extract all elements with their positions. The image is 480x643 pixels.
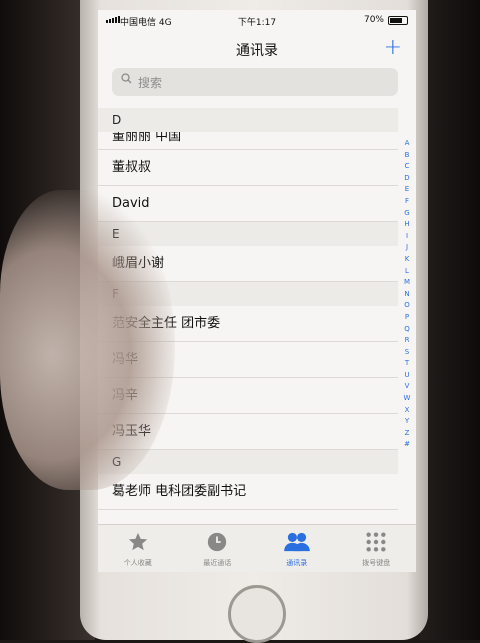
contact-list: D 董丽丽 中国 董叔叔 David E 峨眉小谢 F 范安全主任 团市委 冯华…: [98, 108, 398, 510]
tab-favorites[interactable]: 个人收藏: [98, 525, 178, 572]
index-letter[interactable]: S: [405, 347, 409, 359]
index-letter[interactable]: R: [405, 335, 410, 347]
index-letter[interactable]: P: [405, 312, 409, 324]
index-letter[interactable]: Y: [405, 416, 409, 428]
section-header-f: F: [98, 282, 398, 306]
nav-bar: 通讯录 +: [98, 32, 416, 68]
section-header-d: D: [98, 108, 398, 132]
contact-row[interactable]: 董丽丽 中国: [98, 132, 398, 150]
section-header-g: G: [98, 450, 398, 474]
battery-icon: [388, 16, 408, 25]
index-letter[interactable]: E: [405, 184, 409, 196]
contact-row[interactable]: 冯玉华: [98, 414, 398, 450]
index-letter[interactable]: W: [404, 393, 411, 405]
contact-row[interactable]: 冯辛: [98, 378, 398, 414]
index-letter[interactable]: #: [404, 439, 410, 451]
search-placeholder: 搜索: [138, 76, 163, 90]
keypad-icon: [337, 531, 417, 553]
home-button[interactable]: [228, 585, 286, 643]
clock-icon: [178, 531, 258, 553]
index-letter[interactable]: T: [405, 358, 409, 370]
index-letter[interactable]: O: [404, 300, 410, 312]
index-letter[interactable]: N: [404, 289, 409, 301]
tab-recents[interactable]: 最近通话: [178, 525, 258, 572]
index-letter[interactable]: V: [405, 381, 410, 393]
phone-screen: 中国电信 4G 下午1:17 70% 通讯录 + 搜索 D 董丽丽 中国 董叔叔…: [98, 10, 416, 572]
star-icon: [98, 531, 178, 553]
index-letter[interactable]: K: [405, 254, 410, 266]
index-letter[interactable]: F: [405, 196, 409, 208]
tab-label: 拨号键盘: [362, 559, 391, 567]
index-letter[interactable]: L: [405, 266, 409, 278]
section-header-e: E: [98, 222, 398, 246]
index-letter[interactable]: C: [405, 161, 410, 173]
add-contact-button[interactable]: +: [384, 34, 402, 62]
tab-label: 最近通话: [203, 559, 232, 567]
index-letter[interactable]: U: [404, 370, 409, 382]
page-title: 通讯录: [236, 43, 278, 59]
background-right: [420, 0, 480, 640]
index-letter[interactable]: J: [406, 242, 408, 254]
battery-percent: 70%: [363, 15, 384, 25]
contact-row[interactable]: 峨眉小谢: [98, 246, 398, 282]
index-letter[interactable]: H: [404, 219, 409, 231]
contact-row[interactable]: 冯华: [98, 342, 398, 378]
index-letter[interactable]: X: [405, 405, 410, 417]
contact-row[interactable]: 范安全主任 团市委: [98, 306, 398, 342]
index-letter[interactable]: Q: [404, 324, 410, 336]
contact-row[interactable]: 葛老师 电科团委副书记: [98, 474, 398, 510]
contact-row[interactable]: David: [98, 186, 398, 222]
index-letter[interactable]: D: [404, 173, 409, 185]
tab-label: 个人收藏: [123, 559, 152, 567]
search-icon: [121, 73, 132, 88]
contact-row[interactable]: 董叔叔: [98, 150, 398, 186]
index-letter[interactable]: A: [405, 138, 410, 150]
contacts-icon: [257, 531, 337, 553]
index-letter[interactable]: G: [404, 208, 409, 220]
search-input[interactable]: 搜索: [112, 68, 398, 96]
index-letter[interactable]: I: [406, 231, 408, 243]
status-bar: 中国电信 4G 下午1:17 70%: [98, 10, 416, 32]
index-letter[interactable]: B: [405, 150, 410, 162]
tab-contacts[interactable]: 通讯录: [257, 525, 337, 572]
index-letter[interactable]: M: [404, 277, 410, 289]
tab-label: 通讯录: [286, 559, 308, 567]
tab-bar: 个人收藏 最近通话 通讯录 拨号键盘: [98, 524, 416, 572]
section-index-bar[interactable]: A B C D E F G H I J K L M N O P Q R S T U V W X Y Z #: [400, 138, 414, 451]
tab-keypad[interactable]: 拨号键盘: [337, 525, 417, 572]
index-letter[interactable]: Z: [405, 428, 410, 440]
